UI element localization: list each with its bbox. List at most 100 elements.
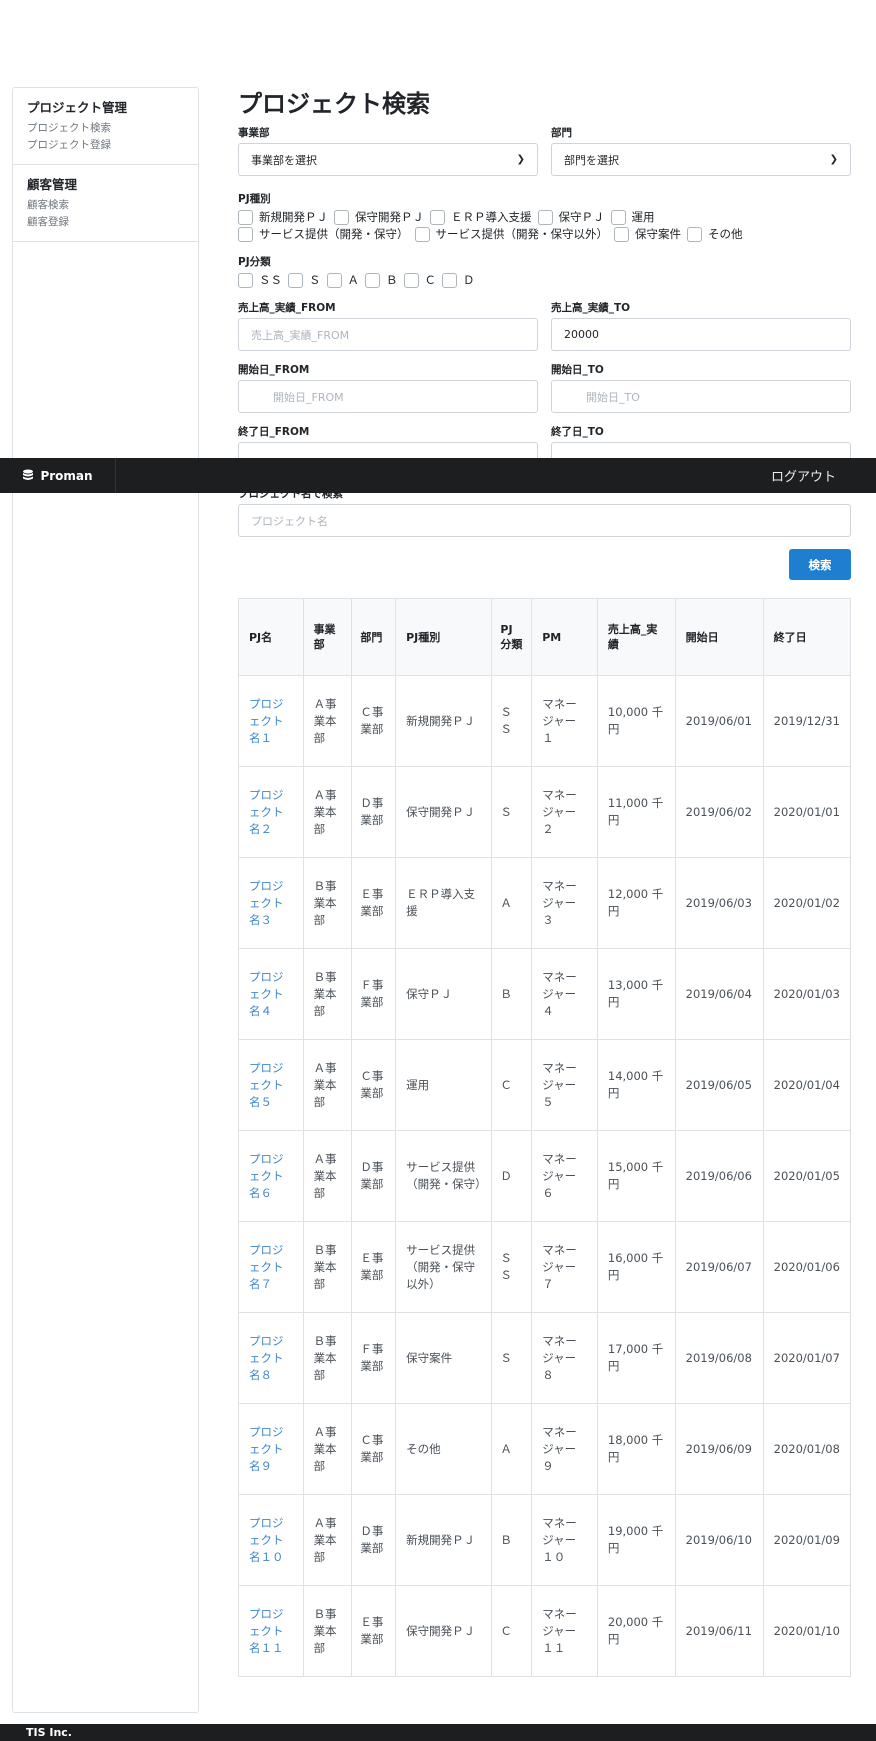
cell-text: マネージャー３ <box>542 878 577 927</box>
table-cell: Ｂ事業本部 <box>302 1312 353 1404</box>
checkbox[interactable] <box>238 227 253 242</box>
checkbox[interactable] <box>288 273 303 288</box>
checkbox[interactable] <box>414 227 430 242</box>
pj-type-option-5[interactable]: 運用 <box>610 209 655 226</box>
sales-to-input[interactable]: 20000 <box>551 318 851 351</box>
pj-class-label: PJ分類 <box>238 256 271 268</box>
checkbox[interactable] <box>326 273 342 288</box>
cell-text: 2020/01/03 <box>773 986 840 1001</box>
pj-class-option-6[interactable]: Ｄ <box>442 272 475 289</box>
pj-type-option-label: 保守ＰＪ <box>558 210 605 224</box>
sales-from-input[interactable]: 売上高_実績_FROM <box>238 318 538 351</box>
sidebar-group-project: プロジェクト管理 プロジェクト検索 プロジェクト登録 <box>13 88 198 165</box>
sidebar: プロジェクト管理 プロジェクト検索 プロジェクト登録 顧客管理 顧客検索 顧客登… <box>12 87 199 1713</box>
checkbox[interactable] <box>687 227 702 242</box>
checkbox[interactable] <box>430 210 445 225</box>
cell-text: マネージャー６ <box>542 1151 577 1200</box>
cell-text: マネージャー２ <box>542 787 577 836</box>
pj-class-option-3[interactable]: Ａ <box>326 272 359 289</box>
pj-class-option-label: Ｄ <box>463 273 475 287</box>
division-select[interactable]: 事業部を選択 ❯ <box>238 143 538 176</box>
table-cell: マネージャー４ <box>531 948 598 1040</box>
pj-class-option-1[interactable]: ＳＳ <box>238 272 282 289</box>
sales-from-label: 売上高_実績_FROM <box>238 302 336 314</box>
table-cell: 2019/06/09 <box>674 1403 764 1495</box>
sidebar-link-project-search[interactable]: プロジェクト検索 <box>27 120 184 137</box>
column-header: PJ名 <box>238 598 304 676</box>
pj-class-option-label: ＳＳ <box>259 273 282 287</box>
pj-class-option-5[interactable]: Ｃ <box>403 272 436 289</box>
start-from-input[interactable]: 開始日_FROM <box>238 380 538 413</box>
table-cell: 2019/06/02 <box>674 766 764 858</box>
pj-type-option-3[interactable]: ＥＲＰ導入支援 <box>430 209 532 226</box>
checkbox[interactable] <box>442 273 457 288</box>
department-select[interactable]: 部門を選択 ❯ <box>551 143 851 176</box>
checkbox[interactable] <box>238 210 253 225</box>
checkbox[interactable] <box>614 227 629 242</box>
division-label: 事業部 <box>238 127 270 139</box>
cell-text: 11,000 千円 <box>607 796 664 827</box>
checkbox[interactable] <box>610 210 626 225</box>
checkbox[interactable] <box>403 273 419 288</box>
search-button[interactable]: 検索 <box>789 549 851 580</box>
project-name-input[interactable]: プロジェクト名 <box>238 504 851 537</box>
checkbox[interactable] <box>334 210 349 225</box>
table-row: プロジェクト名１０ Ａ事業本部 Ｄ事業部 新規開発ＰＪ Ｂ マネージャー１０ 19,000 … <box>238 1494 852 1586</box>
pj-type-option-2-4[interactable]: その他 <box>687 226 743 243</box>
cell-text: 13,000 千円 <box>607 978 664 1009</box>
cell-text: 15,000 千円 <box>607 1160 664 1191</box>
pj-type-option-2-3[interactable]: 保守案件 <box>614 226 681 243</box>
cell-text: 新規開発ＰＪ <box>406 1532 476 1547</box>
pj-class-option-2[interactable]: Ｓ <box>288 272 321 289</box>
table-cell: Ｅ事業部 <box>351 857 397 949</box>
project-link[interactable]: プロジェクト名７ <box>249 1243 284 1291</box>
checkbox[interactable] <box>537 210 553 225</box>
pj-type-option-label: 運用 <box>631 210 655 224</box>
cell-text: 保守開発ＰＪ <box>406 804 476 819</box>
project-link[interactable]: プロジェクト名１ <box>249 697 284 745</box>
pj-type-option-2-2[interactable]: サービス提供（開発・保守以外） <box>414 226 608 243</box>
column-header: 売上高_実績 <box>596 598 676 676</box>
table-cell: マネージャー８ <box>531 1312 598 1404</box>
sidebar-link-client-search[interactable]: 顧客検索 <box>27 197 184 214</box>
project-link[interactable]: プロジェクト名６ <box>249 1152 284 1200</box>
column-header: 開始日 <box>674 598 764 676</box>
cell-text: Ｂ事業本部 <box>313 1333 337 1382</box>
project-link[interactable]: プロジェクト名５ <box>249 1061 284 1109</box>
table-cell: 新規開発ＰＪ <box>395 675 493 767</box>
project-link[interactable]: プロジェクト名１０ <box>249 1516 284 1564</box>
table-cell: Ｄ <box>491 1130 533 1222</box>
cell-text: Ｅ事業部 <box>360 1615 384 1646</box>
pj-type-option-4[interactable]: 保守ＰＪ <box>537 209 605 226</box>
checkbox[interactable] <box>365 273 380 288</box>
project-link[interactable]: プロジェクト名９ <box>249 1425 284 1473</box>
table-cell: Ｓ <box>491 766 533 858</box>
checkbox[interactable] <box>238 273 253 288</box>
start-to-input[interactable]: 開始日_TO <box>551 380 851 413</box>
table-cell: Ｃ事業部 <box>351 675 397 767</box>
project-link[interactable]: プロジェクト名３ <box>249 879 284 927</box>
cell-text: 2019/06/08 <box>685 1350 752 1365</box>
table-cell: 15,000 千円 <box>596 1130 676 1222</box>
pj-type-option-2[interactable]: 保守開発ＰＪ <box>334 209 424 226</box>
table-cell: 2020/01/07 <box>762 1312 852 1404</box>
cell-text: サービス提供（開発・保守以外） <box>406 1242 476 1291</box>
cell-text: サービス提供（開発・保守） <box>406 1160 487 1191</box>
project-link[interactable]: プロジェクト名４ <box>249 970 284 1018</box>
pj-type-option-1[interactable]: 新規開発ＰＪ <box>238 209 328 226</box>
pj-type-option-2-1[interactable]: サービス提供（開発・保守） <box>238 226 409 243</box>
project-link[interactable]: プロジェクト名１１ <box>249 1607 284 1655</box>
cell-text: 14,000 千円 <box>607 1069 664 1100</box>
project-link[interactable]: プロジェクト名８ <box>249 1334 284 1382</box>
pj-class-option-4[interactable]: Ｂ <box>365 272 398 289</box>
cell-text: Ｂ <box>500 1532 512 1547</box>
logout-link[interactable]: ログアウト <box>771 458 836 493</box>
table-cell: Ｃ事業部 <box>351 1039 397 1131</box>
table-cell: サービス提供（開発・保守） <box>395 1130 493 1222</box>
table-cell: Ｂ事業本部 <box>302 1221 353 1313</box>
brand[interactable]: Proman <box>0 458 116 493</box>
sidebar-link-client-register[interactable]: 顧客登録 <box>27 214 184 231</box>
project-link[interactable]: プロジェクト名２ <box>249 788 284 836</box>
table-row: プロジェクト名５ Ａ事業本部 Ｃ事業部 運用 Ｃ マネージャー５ 14,000 千円 2019… <box>238 1039 852 1131</box>
sidebar-link-project-register[interactable]: プロジェクト登録 <box>27 137 184 154</box>
